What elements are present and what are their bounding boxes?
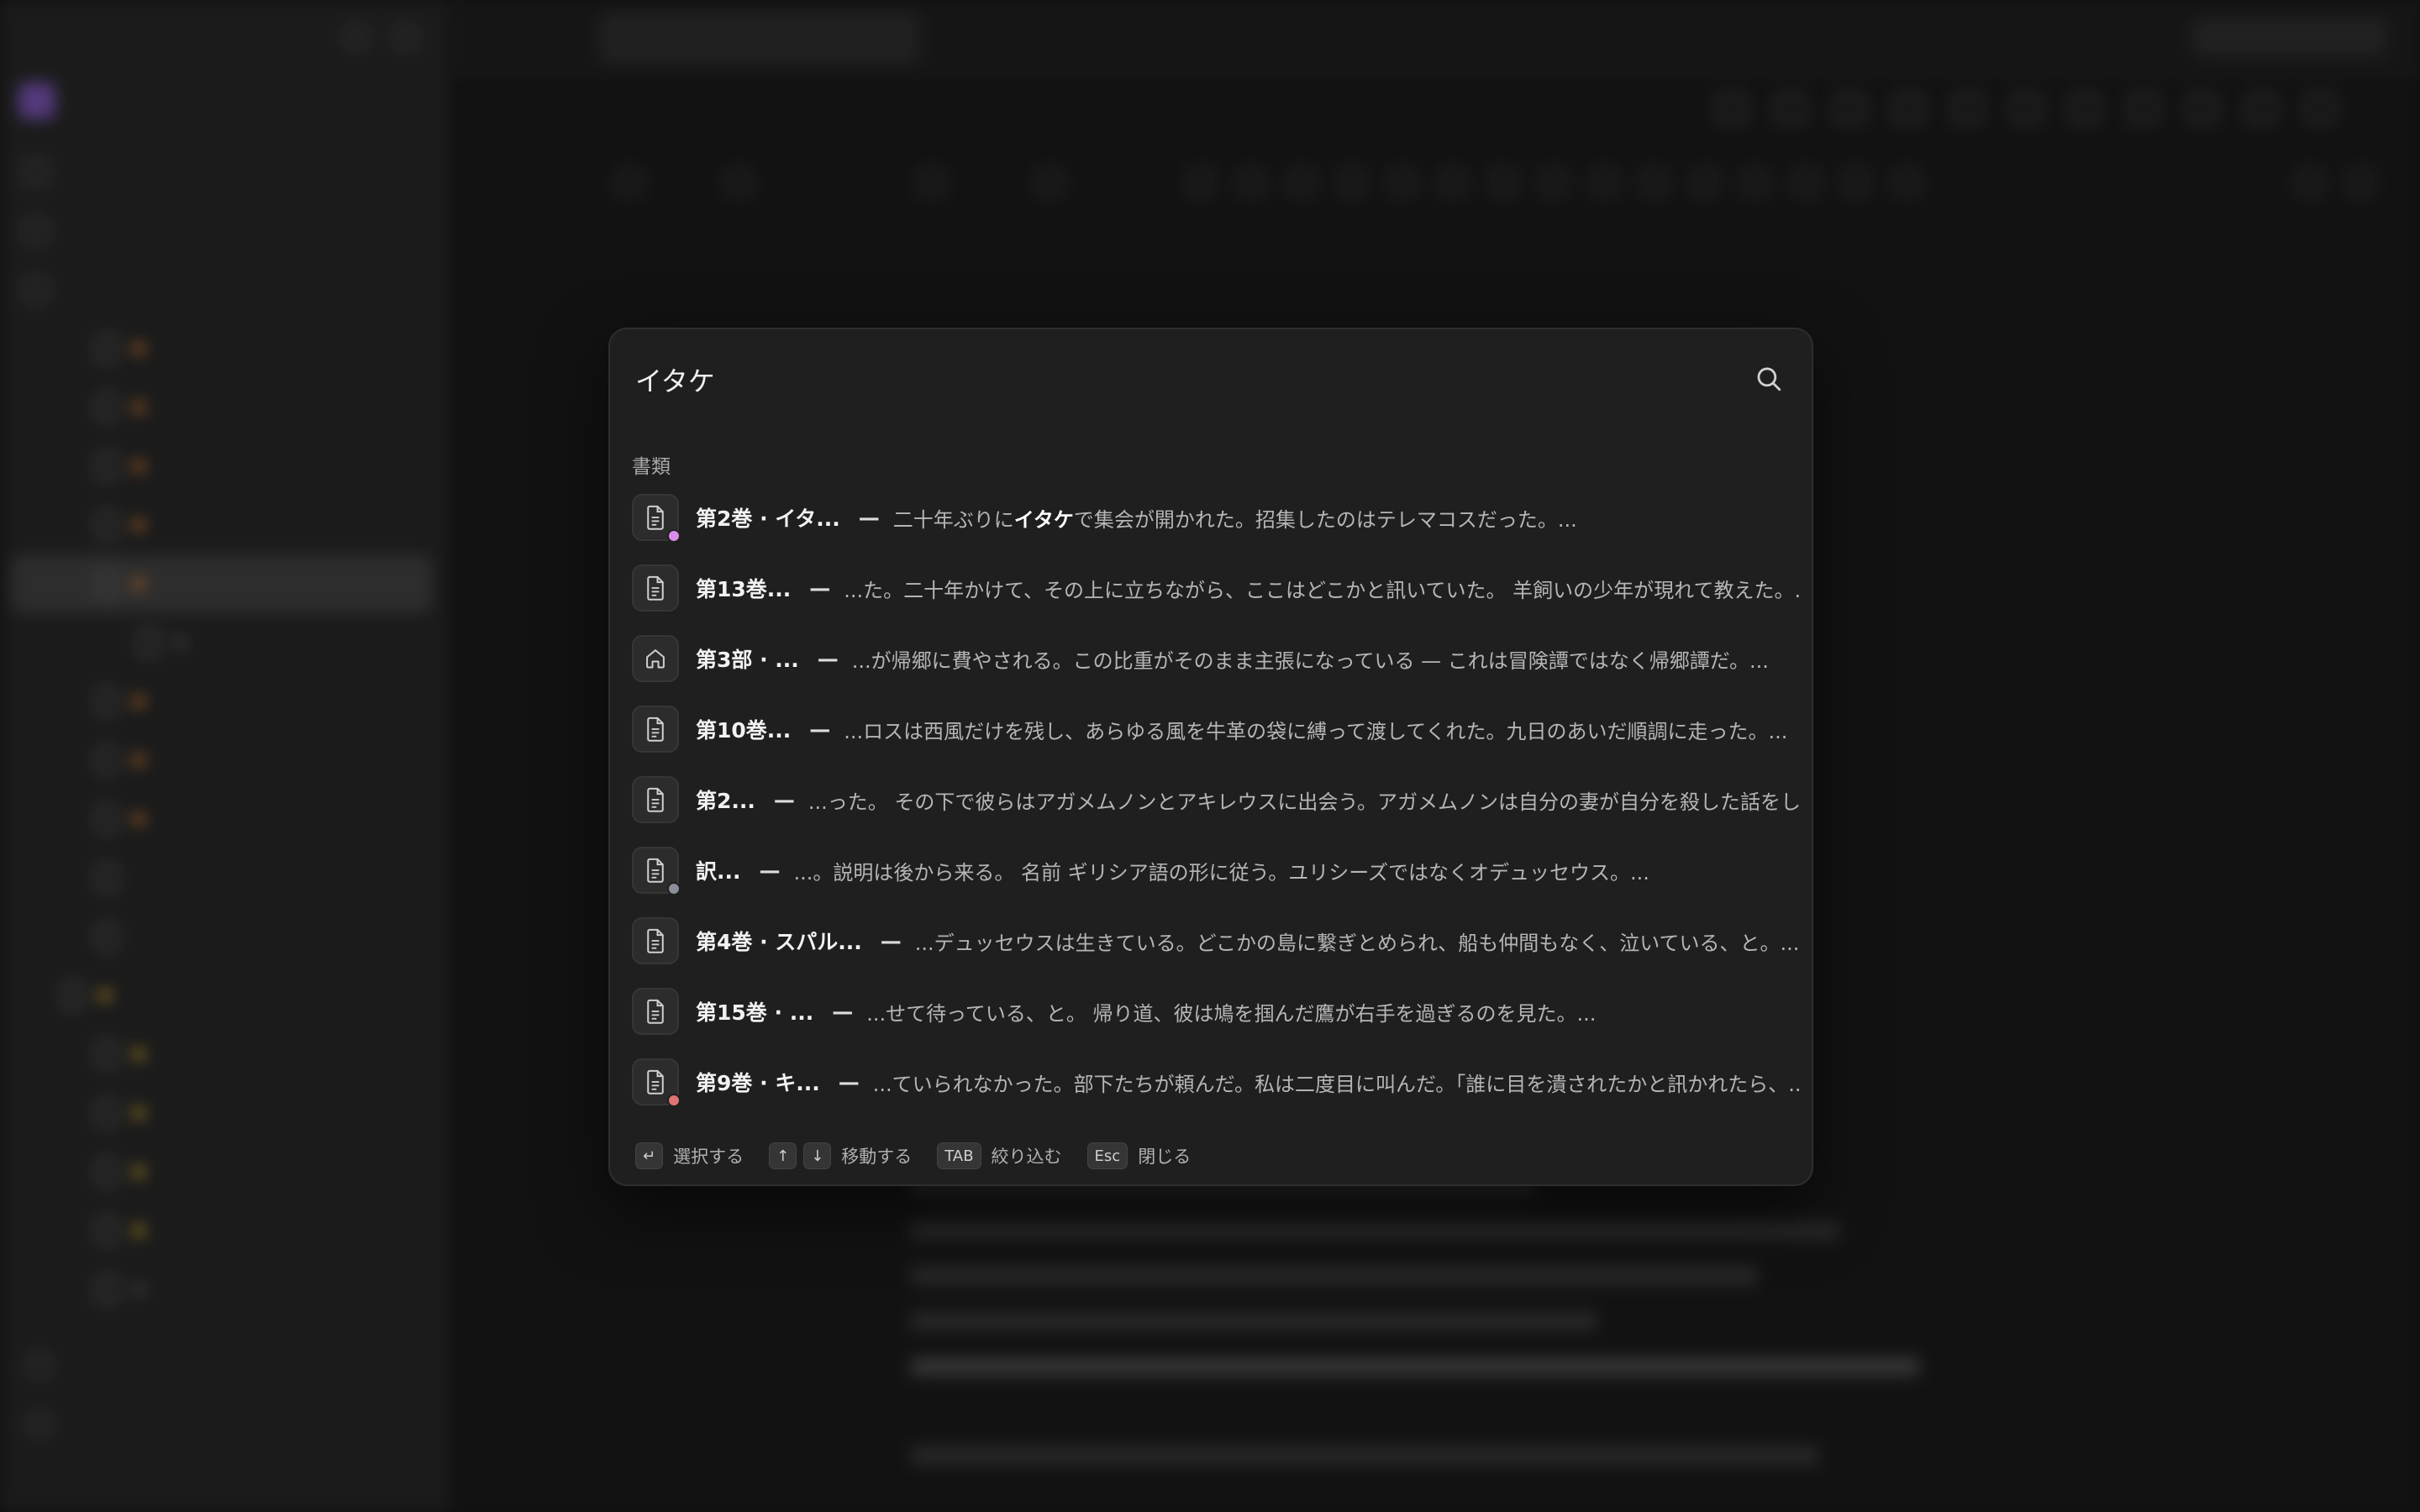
result-title: 第13巻... — [696, 577, 792, 601]
result-snippet: ...った。 その下で彼らはアガメムノンとアキレウスに出会う。アガメムノンは自分… — [808, 785, 1800, 815]
snippet-text: で集会が開かれた。招集したのはテレマコスだった。... — [1073, 507, 1577, 532]
document-icon — [632, 847, 681, 895]
search-result-item[interactable]: 第2... — ...った。 その下で彼らはアガメムノンとアキレウスに出会う。アガメ… — [632, 764, 1800, 835]
snippet-text: ...た。二十年かけて、その上に立ちながら、ここはどこかと訊いていた。 羊飼いの… — [844, 578, 1800, 602]
search-result-item[interactable]: 第10巻... — ...ロスは西風だけを残し、あらゆる風を牛革の袋に縛って渡してく… — [632, 694, 1800, 764]
home-icon — [632, 635, 679, 682]
result-title: 第2... — [696, 789, 755, 813]
document-icon — [632, 988, 679, 1035]
up-key-hint: ↑ — [769, 1142, 797, 1169]
search-result-item[interactable]: 第13巻... — ...た。二十年かけて、その上に立ちながら、ここはどこかと訊いて… — [632, 553, 1800, 623]
result-separator: — — [838, 1069, 860, 1095]
result-snippet: ...せて待っている、と。 帰り道、彼は鳩を掴んだ鷹が右手を過ぎるのを見た。..… — [866, 997, 1596, 1026]
esc-key-hint: Esc — [1086, 1142, 1128, 1169]
section-label-documents: 書類 — [632, 456, 671, 478]
result-separator: — — [858, 505, 880, 530]
result-snippet: ...。説明は後から来る。 名前 ギリシア語の形に従う。ユリシーズではなくオデュ… — [794, 856, 1649, 885]
result-separator: — — [809, 717, 831, 742]
search-result-item[interactable]: 第2巻 · イタ... — 二十年ぶりにイタケで集会が開かれた。招集したのはテレマコ… — [632, 482, 1800, 553]
document-icon — [632, 917, 679, 964]
result-snippet: ...ていられなかった。部下たちが頼んだ。私は二度目に叫んだ。「誰に目を潰された… — [873, 1068, 1800, 1097]
keyboard-hints: ↵ 選択する ↑ ↓ 移動する TAB 絞り込む Esc 閉じる — [635, 1141, 1216, 1171]
snippet-text: ...ていられなかった。部下たちが頼んだ。私は二度目に叫んだ。「誰に目を潰された… — [872, 1072, 1800, 1096]
result-title: 第10巻... — [696, 718, 792, 743]
result-separator: — — [817, 646, 839, 671]
down-key-hint: ↓ — [803, 1142, 832, 1169]
result-snippet: ...が帰郷に費やされる。この比重がそのまま主張になっている — これは冒険譚で… — [852, 644, 1769, 674]
command-palette: 書類 第2巻 · イタ... — 二十年ぶりにイタケで集会が開かれた。招集したのはテ… — [608, 328, 1813, 1186]
result-separator: — — [880, 928, 902, 953]
document-icon — [632, 1058, 681, 1107]
result-snippet: ...ロスは西風だけを残し、あらゆる風を牛革の袋に縛って渡してくれた。九日のあい… — [844, 715, 1787, 744]
snippet-text: ...。説明は後から来る。 名前 ギリシア語の形に従う。ユリシーズではなくオデュ… — [793, 860, 1649, 885]
document-icon — [632, 776, 679, 823]
search-result-item[interactable]: 第9巻 · キ... — ...ていられなかった。部下たちが頼んだ。私は二度目に叫ん… — [632, 1047, 1800, 1117]
status-dot-icon — [667, 1094, 681, 1107]
result-snippet: ...デュッセウスは生きている。どこかの島に繋ぎとめられ、船も仲間もなく、泣いて… — [915, 927, 1800, 956]
document-icon — [632, 494, 681, 543]
filter-hint-label: 絞り込む — [991, 1147, 1062, 1167]
search-result-item[interactable]: 第4巻 · スパル... — ...デュッセウスは生きている。どこかの島に繋ぎとめら… — [632, 906, 1800, 976]
document-icon — [632, 564, 679, 612]
select-hint-label: 選択する — [673, 1147, 744, 1167]
result-title: 第3部 · ... — [696, 648, 799, 672]
search-input[interactable] — [635, 354, 1728, 405]
result-title: 第15巻 · ... — [696, 1000, 814, 1025]
result-separator: — — [773, 787, 795, 812]
tab-key-hint: TAB — [937, 1142, 981, 1169]
snippet-text: 二十年ぶりに — [892, 507, 1014, 532]
result-title: 第2巻 · イタ... — [696, 507, 840, 531]
status-dot-icon — [667, 882, 681, 895]
result-title: 訳... — [696, 859, 741, 884]
search-row — [610, 329, 1812, 427]
result-snippet: ...た。二十年かけて、その上に立ちながら、ここはどこかと訊いていた。 羊飼いの… — [844, 574, 1800, 603]
search-result-item[interactable]: 第3部 · ... — ...が帰郷に費やされる。この比重がそのまま主張になっている… — [632, 623, 1800, 694]
snippet-text: ...ロスは西風だけを残し、あらゆる風を牛革の袋に縛って渡してくれた。九日のあい… — [844, 719, 1788, 743]
result-title: 第9巻 · キ... — [696, 1071, 820, 1095]
snippet-text: ...が帰郷に費やされる。この比重がそのまま主張になっている — これは冒険譚で… — [851, 648, 1769, 673]
snippet-highlight: イタケ — [1013, 507, 1074, 532]
search-result-item[interactable]: 第15巻 · ... — ...せて待っている、と。 帰り道、彼は鳩を掴んだ鷹が右手… — [632, 976, 1800, 1047]
document-icon — [632, 706, 679, 753]
snippet-text: ...せて待っている、と。 帰り道、彼は鳩を掴んだ鷹が右手を過ぎるのを見た。..… — [866, 1001, 1597, 1026]
result-separator: — — [809, 575, 831, 601]
results-list: 第2巻 · イタ... — 二十年ぶりにイタケで集会が開かれた。招集したのはテレマコ… — [632, 482, 1800, 1117]
enter-key-hint: ↵ — [635, 1142, 664, 1169]
close-hint-label: 閉じる — [1138, 1147, 1192, 1167]
search-icon[interactable] — [1754, 365, 1783, 393]
status-dot-icon — [667, 529, 681, 543]
snippet-text: ...った。 その下で彼らはアガメムノンとアキレウスに出会う。アガメムノンは自分… — [808, 790, 1800, 814]
snippet-text: ...デュッセウスは生きている。どこかの島に繋ぎとめられ、船も仲間もなく、泣いて… — [914, 931, 1800, 955]
search-result-item[interactable]: 訳... — ...。説明は後から来る。 名前 ギリシア語の形に従う。ユリシーズでは… — [632, 835, 1800, 906]
move-hint-label: 移動する — [841, 1147, 913, 1167]
result-separator: — — [759, 858, 781, 883]
result-title: 第4巻 · スパル... — [696, 930, 862, 954]
result-separator: — — [832, 999, 854, 1024]
result-snippet: 二十年ぶりにイタケで集会が開かれた。招集したのはテレマコスだった。... — [893, 503, 1577, 533]
